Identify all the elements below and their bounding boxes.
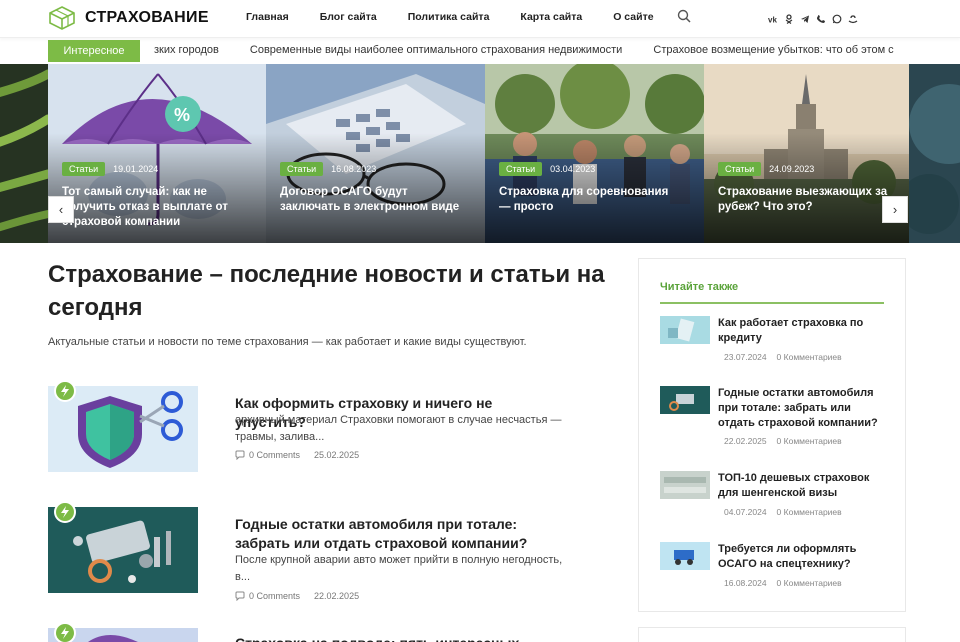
ticker-badge: Интересное: [48, 40, 140, 62]
sidebar-item-date: 22.02.2025: [724, 436, 767, 446]
nav-policy[interactable]: Политика сайта: [408, 11, 490, 23]
flash-icon: [54, 380, 76, 402]
article-excerpt: архивный материал Страховки помогают в с…: [235, 414, 562, 443]
article-date: 22.02.2025: [314, 591, 360, 601]
slide-meta: Статьи 19.01.2024: [62, 162, 158, 176]
article-title[interactable]: Страховка на подводе: пять интересных: [235, 634, 565, 642]
sidebar-item-meta: 16.08.2024 0 Комментариев: [724, 578, 842, 588]
vk-icon[interactable]: vk: [768, 11, 777, 25]
sidebar-item-title[interactable]: Требуется ли оформлять ОСАГО на спецтехн…: [718, 542, 888, 572]
sidebar-item-comments[interactable]: 0 Комментариев: [777, 578, 842, 588]
sidebar-item-date: 23.07.2024: [724, 352, 767, 362]
logo-cube-icon: [49, 6, 75, 30]
sidebar-item-date: 16.08.2024: [724, 578, 767, 588]
odnoklassniki-icon[interactable]: [848, 11, 858, 24]
slide-title[interactable]: Договор ОСАГО будут заключать в электрон…: [280, 185, 460, 215]
category-badge[interactable]: Статьи: [62, 162, 106, 176]
slide-partial-left[interactable]: [0, 64, 48, 243]
slide-meta: Статьи 03.04.2023: [499, 162, 595, 176]
slide-partial-right[interactable]: [909, 64, 960, 243]
sidebar-thumbnail[interactable]: [660, 471, 710, 499]
article-meta: 0 Comments 25.02.2025: [235, 450, 359, 460]
whatsapp-icon[interactable]: [832, 11, 842, 24]
nav-blog[interactable]: Блог сайта: [320, 11, 377, 23]
social-links: vk: [768, 11, 858, 25]
search-icon[interactable]: [677, 9, 691, 23]
sidebar-read-also: Читайте также Как работает страховка по …: [638, 258, 906, 612]
article-date: 25.02.2025: [314, 450, 360, 460]
slider-prev-button[interactable]: ‹: [48, 196, 74, 223]
news-ticker: Интересное зких городов Современные виды…: [0, 39, 960, 63]
sidebar-item-meta: 23.07.2024 0 Комментариев: [724, 352, 842, 362]
slide-meta: Статьи 24.09.2023: [718, 162, 814, 176]
nav-home[interactable]: Главная: [246, 11, 289, 23]
sidebar-item-comments[interactable]: 0 Комментариев: [777, 352, 842, 362]
page-description: Актуальные статьи и новости по теме стра…: [48, 336, 527, 348]
telegram-icon[interactable]: [800, 11, 809, 23]
slide-date: 19.01.2024: [113, 164, 159, 174]
sidebar-item-title[interactable]: Годные остатки автомобиля при тотале: за…: [718, 386, 888, 431]
viber-icon[interactable]: [816, 11, 825, 23]
slider-next-button[interactable]: ›: [882, 196, 908, 223]
sidebar-thumbnail[interactable]: [660, 542, 710, 570]
featured-slider: % Статьи 19.01.2024 Тот самый случай: ка…: [0, 64, 960, 243]
svg-text:%: %: [174, 105, 190, 125]
slide-date: 24.09.2023: [769, 164, 815, 174]
site-header: СТРАХОВАНИЕ Главная Блог сайта Политика …: [0, 0, 960, 38]
sidebar-item-comments[interactable]: 0 Комментариев: [777, 436, 842, 446]
slide-1[interactable]: % Статьи 19.01.2024 Тот самый случай: ка…: [48, 64, 266, 243]
sidebar-title: Читайте также: [660, 281, 739, 293]
logo-text: СТРАХОВАНИЕ: [85, 9, 209, 26]
category-badge[interactable]: Статьи: [280, 162, 324, 176]
sidebar-thumbnail[interactable]: [660, 316, 710, 344]
svg-text:vk: vk: [768, 16, 777, 25]
sidebar-thumbnail[interactable]: [660, 386, 710, 414]
slide-title[interactable]: Тот самый случай: как не получить отказ …: [62, 185, 242, 230]
slide-date: 16.08.2023: [331, 164, 377, 174]
logo[interactable]: СТРАХОВАНИЕ: [48, 6, 209, 30]
slide-2[interactable]: Статьи 16.08.2023 Договор ОСАГО будут за…: [266, 64, 485, 243]
sidebar-item-date: 04.07.2024: [724, 507, 767, 517]
sidebar-item-meta: 22.02.2025 0 Комментариев: [724, 436, 842, 446]
slide-3[interactable]: Статьи 03.04.2023 Страховка для соревнов…: [485, 64, 704, 243]
ticker-item[interactable]: зких городов: [154, 44, 219, 56]
slide-title[interactable]: Страховка для соревнования — просто: [499, 185, 679, 215]
page-title: Страхование – последние новости и статьи…: [48, 261, 605, 321]
slide-meta: Статьи 16.08.2023: [280, 162, 376, 176]
ticker-item[interactable]: Современные виды наиболее оптимального с…: [250, 44, 622, 56]
slide-date: 03.04.2023: [550, 164, 596, 174]
article-meta: 0 Comments 22.02.2025: [235, 591, 359, 601]
category-badge[interactable]: Статьи: [499, 162, 543, 176]
article-title[interactable]: Годные остатки автомобиля при тотале: за…: [235, 515, 565, 553]
comment-icon: [235, 591, 245, 601]
sidebar-widget-2: [638, 627, 906, 642]
comments-count[interactable]: 0 Comments: [249, 450, 300, 460]
main-nav: Главная Блог сайта Политика сайта Карта …: [246, 11, 685, 23]
ticker-items: зких городов Современные виды наиболее о…: [154, 44, 922, 56]
comments-count[interactable]: 0 Comments: [249, 591, 300, 601]
article-excerpt: После крупной аварии авто может прийти в…: [235, 554, 563, 583]
nav-about[interactable]: О сайте: [613, 11, 653, 23]
sidebar-item-title[interactable]: Как работает страховка по кредиту: [718, 316, 888, 346]
category-badge[interactable]: Статьи: [718, 162, 762, 176]
slide-4[interactable]: Статьи 24.09.2023 Страхование выезжающих…: [704, 64, 909, 243]
slide-title[interactable]: Страхование выезжающих за рубеж? Что это…: [718, 185, 898, 215]
sidebar-item-meta: 04.07.2024 0 Комментариев: [724, 507, 842, 517]
ticker-item[interactable]: Страховое возмещение убытков: что об это…: [653, 44, 893, 56]
flash-icon: [54, 622, 76, 642]
ok-icon[interactable]: [784, 11, 793, 24]
nav-sitemap[interactable]: Карта сайта: [520, 11, 582, 23]
comment-icon: [235, 450, 245, 460]
sidebar-item-title[interactable]: ТОП-10 дешевых страховок для шенгенской …: [718, 471, 888, 501]
sidebar-item-comments[interactable]: 0 Комментариев: [777, 507, 842, 517]
flash-icon: [54, 501, 76, 523]
